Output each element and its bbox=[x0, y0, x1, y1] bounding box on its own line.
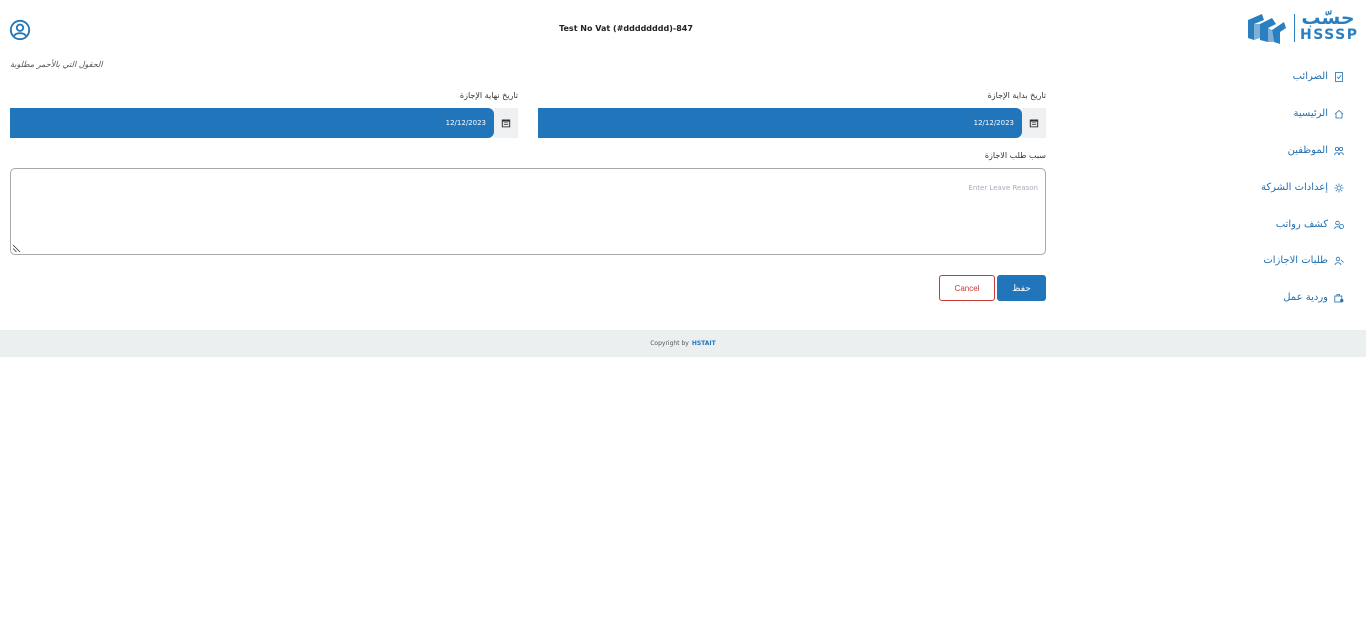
footer-brand-link[interactable]: HSTAIT bbox=[692, 340, 716, 347]
end-date-calendar-button[interactable] bbox=[494, 108, 518, 138]
start-date-label: تاريخ بداية الإجازة bbox=[987, 91, 1046, 100]
end-date-field: 12/12/2023 bbox=[10, 108, 518, 138]
leave-reason-label: سبب طلب الاجازة bbox=[984, 151, 1046, 160]
sidebar-item-label: طلبات الاجازات bbox=[1263, 255, 1328, 266]
tax-document-icon bbox=[1335, 71, 1343, 82]
sidebar-item-label: إعدادات الشركة bbox=[1261, 182, 1328, 193]
save-button[interactable]: حفظ bbox=[997, 275, 1046, 301]
user-circle-icon[interactable] bbox=[9, 19, 31, 41]
sidebar-item-payroll[interactable]: كشف رواتب bbox=[1276, 219, 1344, 230]
logo-arabic-text: حسّب bbox=[1301, 7, 1355, 29]
sidebar-item-taxes[interactable]: الضرائب bbox=[1293, 71, 1344, 82]
start-date-calendar-button[interactable] bbox=[1022, 108, 1046, 138]
sidebar-item-label: وردية عمل bbox=[1283, 292, 1328, 303]
required-fields-note: الحقول التي بالأحمر مطلوبة bbox=[10, 60, 103, 69]
payroll-icon bbox=[1334, 220, 1344, 229]
leave-reason-placeholder: Enter Leave Reason bbox=[968, 184, 1038, 192]
sidebar-item-label: الرئيسية bbox=[1293, 108, 1328, 119]
calendar-icon bbox=[1029, 119, 1039, 128]
sidebar-item-company-settings[interactable]: إعدادات الشركة bbox=[1261, 182, 1344, 193]
end-date-input[interactable]: 12/12/2023 bbox=[10, 108, 494, 138]
work-shift-icon bbox=[1334, 293, 1344, 302]
start-date-field: 12/12/2023 bbox=[538, 108, 1046, 138]
company-title: Test No Vat (#dddddddd)-847 bbox=[559, 24, 693, 33]
sidebar-item-label: الضرائب bbox=[1292, 71, 1328, 82]
logo-divider bbox=[1294, 14, 1295, 42]
company-settings-icon bbox=[1334, 183, 1344, 192]
home-icon bbox=[1334, 109, 1344, 118]
start-date-input[interactable]: 12/12/2023 bbox=[538, 108, 1022, 138]
resize-grip-icon[interactable] bbox=[12, 244, 21, 253]
cancel-button[interactable]: Cancel bbox=[939, 275, 995, 301]
calendar-icon bbox=[501, 119, 511, 128]
sidebar-item-home[interactable]: الرئيسية bbox=[1294, 108, 1344, 119]
sidebar-item-employees[interactable]: الموظفين bbox=[1288, 145, 1344, 156]
leave-reason-textarea[interactable]: Enter Leave Reason bbox=[10, 168, 1046, 255]
footer-copyright: Copyright by bbox=[650, 340, 689, 347]
sidebar-item-label: الموظفين bbox=[1287, 145, 1328, 156]
end-date-label: تاريخ نهاية الإجازة bbox=[459, 91, 518, 100]
sidebar-item-label: كشف رواتب bbox=[1275, 219, 1328, 230]
employees-icon bbox=[1334, 146, 1344, 155]
leave-requests-icon bbox=[1334, 256, 1344, 265]
sidebar-item-work-shift[interactable]: وردية عمل bbox=[1283, 292, 1344, 303]
logo-english-text: HSSSP bbox=[1300, 27, 1359, 43]
footer: Copyright by HSTAIT bbox=[0, 330, 1366, 357]
sidebar-item-leave-requests[interactable]: طلبات الاجازات bbox=[1263, 255, 1344, 266]
